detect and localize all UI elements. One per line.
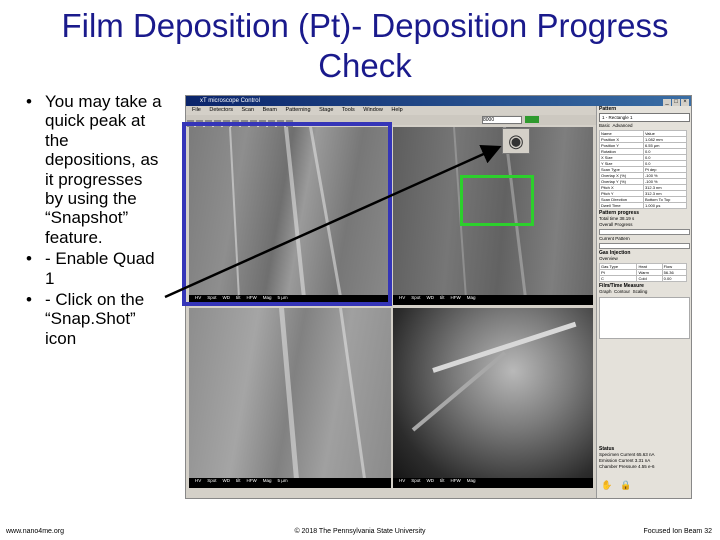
gis-cell: 0.00	[661, 275, 688, 282]
chamber-arm	[432, 321, 577, 373]
databar-label: WD	[426, 295, 435, 300]
hand-icon[interactable]: ✋	[601, 480, 612, 490]
property-name: Dwell Time	[599, 202, 644, 209]
overall-progress-label: Overall Progress	[599, 222, 633, 227]
menu-tools[interactable]: Tools	[342, 107, 355, 113]
databar-label: WD	[222, 478, 231, 483]
quad-2-databar: HV Spot WD tilt HFW Mag	[393, 295, 593, 305]
lock-icon[interactable]: 🔒	[620, 480, 631, 490]
databar-label: HV	[399, 478, 406, 483]
current-progress-bar	[599, 243, 690, 249]
window-titlebar[interactable]: xT microscope Control _ □ ×	[186, 96, 691, 106]
quad-4-chamber-camera[interactable]: HV Spot WD tilt HFW Mag	[393, 308, 593, 488]
tab-basic[interactable]: Basic	[599, 123, 610, 128]
menu-scan[interactable]: Scan	[241, 107, 254, 113]
overall-progress-bar	[599, 229, 690, 235]
property-row[interactable]: Dwell Time 1.000 µs	[599, 202, 688, 209]
tab-graph[interactable]: Graph	[599, 289, 612, 294]
snapshot-camera-icon[interactable]: ◉	[502, 128, 530, 154]
status-value: 3.31 nA	[634, 458, 651, 463]
status-section: Status Specimen Current 65.63 nA Emissio…	[597, 446, 691, 470]
bullet-item: You may take a quick peak at the deposit…	[24, 92, 164, 247]
tab-advanced[interactable]: Advanced	[613, 123, 633, 128]
menu-stage[interactable]: Stage	[319, 107, 333, 113]
databar-label: tilt	[440, 478, 445, 483]
status-label: Emission Current	[599, 458, 634, 463]
databar-label: Spot	[411, 295, 421, 300]
tab-contour[interactable]: Contour	[614, 289, 630, 294]
databar-label: Mag	[262, 478, 272, 483]
gas-injection-table: Gas Type Heat Flow Pt Warm 56.36 C Cold 0.00	[598, 263, 688, 282]
bullet-item: - Click on the “Snap.Shot” icon	[24, 290, 164, 348]
footer-page: Focused Ion Beam 32	[643, 528, 713, 535]
menu-detectors[interactable]: Detectors	[209, 107, 233, 113]
databar-label: WD	[426, 478, 435, 483]
window-title: xT microscope Control	[200, 98, 260, 104]
bullet-list: You may take a quick peak at the deposit…	[24, 92, 164, 350]
image-streak	[279, 308, 301, 488]
databar-label: HFW	[450, 295, 461, 300]
close-icon[interactable]: ×	[681, 99, 689, 106]
pattern-properties-table: Name Value Position X 1.082 mm Position Y 6.5…	[599, 130, 688, 209]
status-row: Chamber Pressure 4.55 e-6	[597, 464, 691, 470]
image-streak	[339, 308, 369, 488]
menu-file[interactable]: File	[192, 107, 201, 113]
tab-overview[interactable]: Overview	[597, 256, 691, 262]
menu-window[interactable]: Window	[363, 107, 383, 113]
bullet-item: - Enable Quad 1	[24, 249, 164, 288]
status-label: Chamber Pressure	[599, 464, 637, 469]
status-label: Specimen Current	[599, 452, 636, 457]
right-control-panel: Pattern 1 - Rectangle 1 Basic Advanced N…	[596, 106, 691, 498]
databar-label: Mag	[466, 478, 476, 483]
quad-3-electron-image[interactable]: HV Spot WD tilt HFW Mag 5 µm	[189, 308, 391, 488]
gis-row-c[interactable]: C Cold 0.00	[598, 275, 688, 282]
quad-3-databar: HV Spot WD tilt HFW Mag 5 µm	[189, 478, 391, 488]
magnification-input[interactable]	[482, 116, 522, 124]
gis-cell: Cold	[636, 275, 663, 282]
databar-label: HV	[399, 295, 406, 300]
pattern-select[interactable]: 1 - Rectangle 1	[599, 113, 690, 122]
status-value: 65.63 nA	[636, 452, 655, 457]
menu-patterning[interactable]: Patterning	[285, 107, 310, 113]
quad-1-highlight-box	[182, 122, 392, 306]
slide-title: Film Deposition (Pt)- Deposition Progres…	[61, 7, 669, 84]
databar-label: Spot	[411, 478, 421, 483]
status-value: 4.55 e-6	[638, 464, 655, 469]
measure-graph-area[interactable]	[599, 297, 690, 339]
menu-help[interactable]: Help	[391, 107, 402, 113]
footer-copyright: © 2018 The Pennsylvania State University	[294, 528, 426, 535]
menu-beam[interactable]: Beam	[263, 107, 277, 113]
panel-bottom-icons: ✋ 🔒	[601, 480, 639, 490]
databar-label: HV	[195, 478, 202, 483]
tab-scaling[interactable]: Scaling	[633, 289, 648, 294]
current-progress-label: Current Pattern	[599, 236, 630, 241]
run-pattern-button[interactable]	[525, 116, 539, 123]
property-value: 1.000 µs	[642, 202, 688, 209]
databar-label: Spot	[207, 478, 217, 483]
menu-bar: File Detectors Scan Beam Patterning Stag…	[186, 106, 596, 115]
databar-label: tilt	[236, 478, 241, 483]
scale-bar-label: 5 µm	[277, 478, 288, 483]
quad-4-databar: HV Spot WD tilt HFW Mag	[393, 478, 593, 488]
databar-label: HFW	[450, 478, 461, 483]
databar-label: HFW	[246, 478, 257, 483]
databar-label: Mag	[466, 295, 476, 300]
databar-label: tilt	[440, 295, 445, 300]
minimize-icon[interactable]: _	[663, 99, 671, 106]
maximize-icon[interactable]: □	[672, 99, 680, 106]
gis-cell: C	[598, 275, 638, 282]
deposition-target-box	[460, 175, 534, 226]
pattern-header: Pattern	[599, 106, 617, 112]
